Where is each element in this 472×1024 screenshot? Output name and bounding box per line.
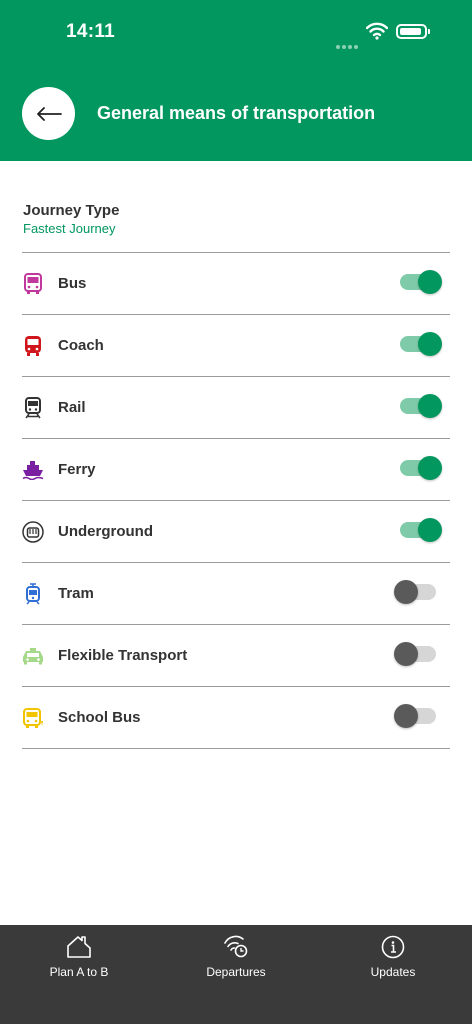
toggle-knob <box>418 456 442 480</box>
mode-label: Coach <box>58 337 104 354</box>
mode-label: Rail <box>58 399 86 416</box>
mode-row-ferry: Ferry <box>22 438 450 500</box>
rail-icon <box>22 396 44 419</box>
app-header: 14:11 General means of transportation <box>0 0 472 161</box>
toggle-knob <box>394 704 418 728</box>
toggle-knob <box>418 332 442 356</box>
mode-label: Underground <box>58 523 153 540</box>
tram-icon <box>22 582 44 605</box>
flexible-transport-icon <box>22 645 44 667</box>
toggle-knob <box>418 518 442 542</box>
list-divider <box>22 748 450 749</box>
mode-row-school-bus: School Bus <box>22 686 450 748</box>
departures-icon <box>224 935 248 958</box>
signal-icon <box>336 36 360 54</box>
status-time: 14:11 <box>66 21 116 42</box>
bus-toggle[interactable] <box>400 270 442 294</box>
flexible-transport-toggle[interactable] <box>394 642 436 666</box>
mode-label: Bus <box>58 275 87 292</box>
page-title: General means of transportation <box>97 103 376 123</box>
mode-row-bus: Bus <box>22 252 450 314</box>
tab-label: Departures <box>206 965 266 979</box>
transport-mode-list: Bus Coach Rail Ferry Underground Tram Fl… <box>22 252 450 749</box>
journey-type-label: Journey Type <box>23 202 120 219</box>
mode-label: School Bus <box>58 709 141 726</box>
toggle-knob <box>394 642 418 666</box>
arrow-left-icon <box>36 106 62 121</box>
underground-icon <box>22 520 44 543</box>
wifi-icon <box>366 22 388 40</box>
tab-plan-a-to-b[interactable]: Plan A to B <box>19 935 139 979</box>
back-button[interactable] <box>22 87 75 140</box>
coach-icon <box>22 335 44 357</box>
journey-type-selector[interactable]: Journey Type Fastest Journey <box>23 202 119 236</box>
mode-label: Flexible Transport <box>58 647 188 664</box>
underground-toggle[interactable] <box>400 518 442 542</box>
tram-toggle[interactable] <box>394 580 436 604</box>
ferry-icon <box>22 459 44 481</box>
mode-row-tram: Tram <box>22 562 450 624</box>
toggle-knob <box>394 580 418 604</box>
rail-toggle[interactable] <box>400 394 442 418</box>
home-icon <box>67 936 91 958</box>
mode-label: Tram <box>58 585 94 602</box>
info-icon <box>381 935 405 959</box>
mode-row-underground: Underground <box>22 500 450 562</box>
mode-row-rail: Rail <box>22 376 450 438</box>
mode-row-coach: Coach <box>22 314 450 376</box>
coach-toggle[interactable] <box>400 332 442 356</box>
ferry-toggle[interactable] <box>400 456 442 480</box>
battery-icon <box>396 24 430 39</box>
tab-updates[interactable]: Updates <box>333 935 453 979</box>
mode-row-flexible-transport: Flexible Transport <box>22 624 450 686</box>
school-bus-icon <box>22 707 44 729</box>
tab-label: Plan A to B <box>49 965 109 979</box>
bus-icon <box>22 272 44 295</box>
tab-label: Updates <box>370 965 416 979</box>
toggle-knob <box>418 394 442 418</box>
tab-departures[interactable]: Departures <box>176 935 296 979</box>
toggle-knob <box>418 270 442 294</box>
bottom-tab-bar: Plan A to B Departures Updates <box>0 925 472 1024</box>
journey-type-value: Fastest Journey <box>23 221 116 236</box>
school-bus-toggle[interactable] <box>394 704 436 728</box>
mode-label: Ferry <box>58 461 96 478</box>
